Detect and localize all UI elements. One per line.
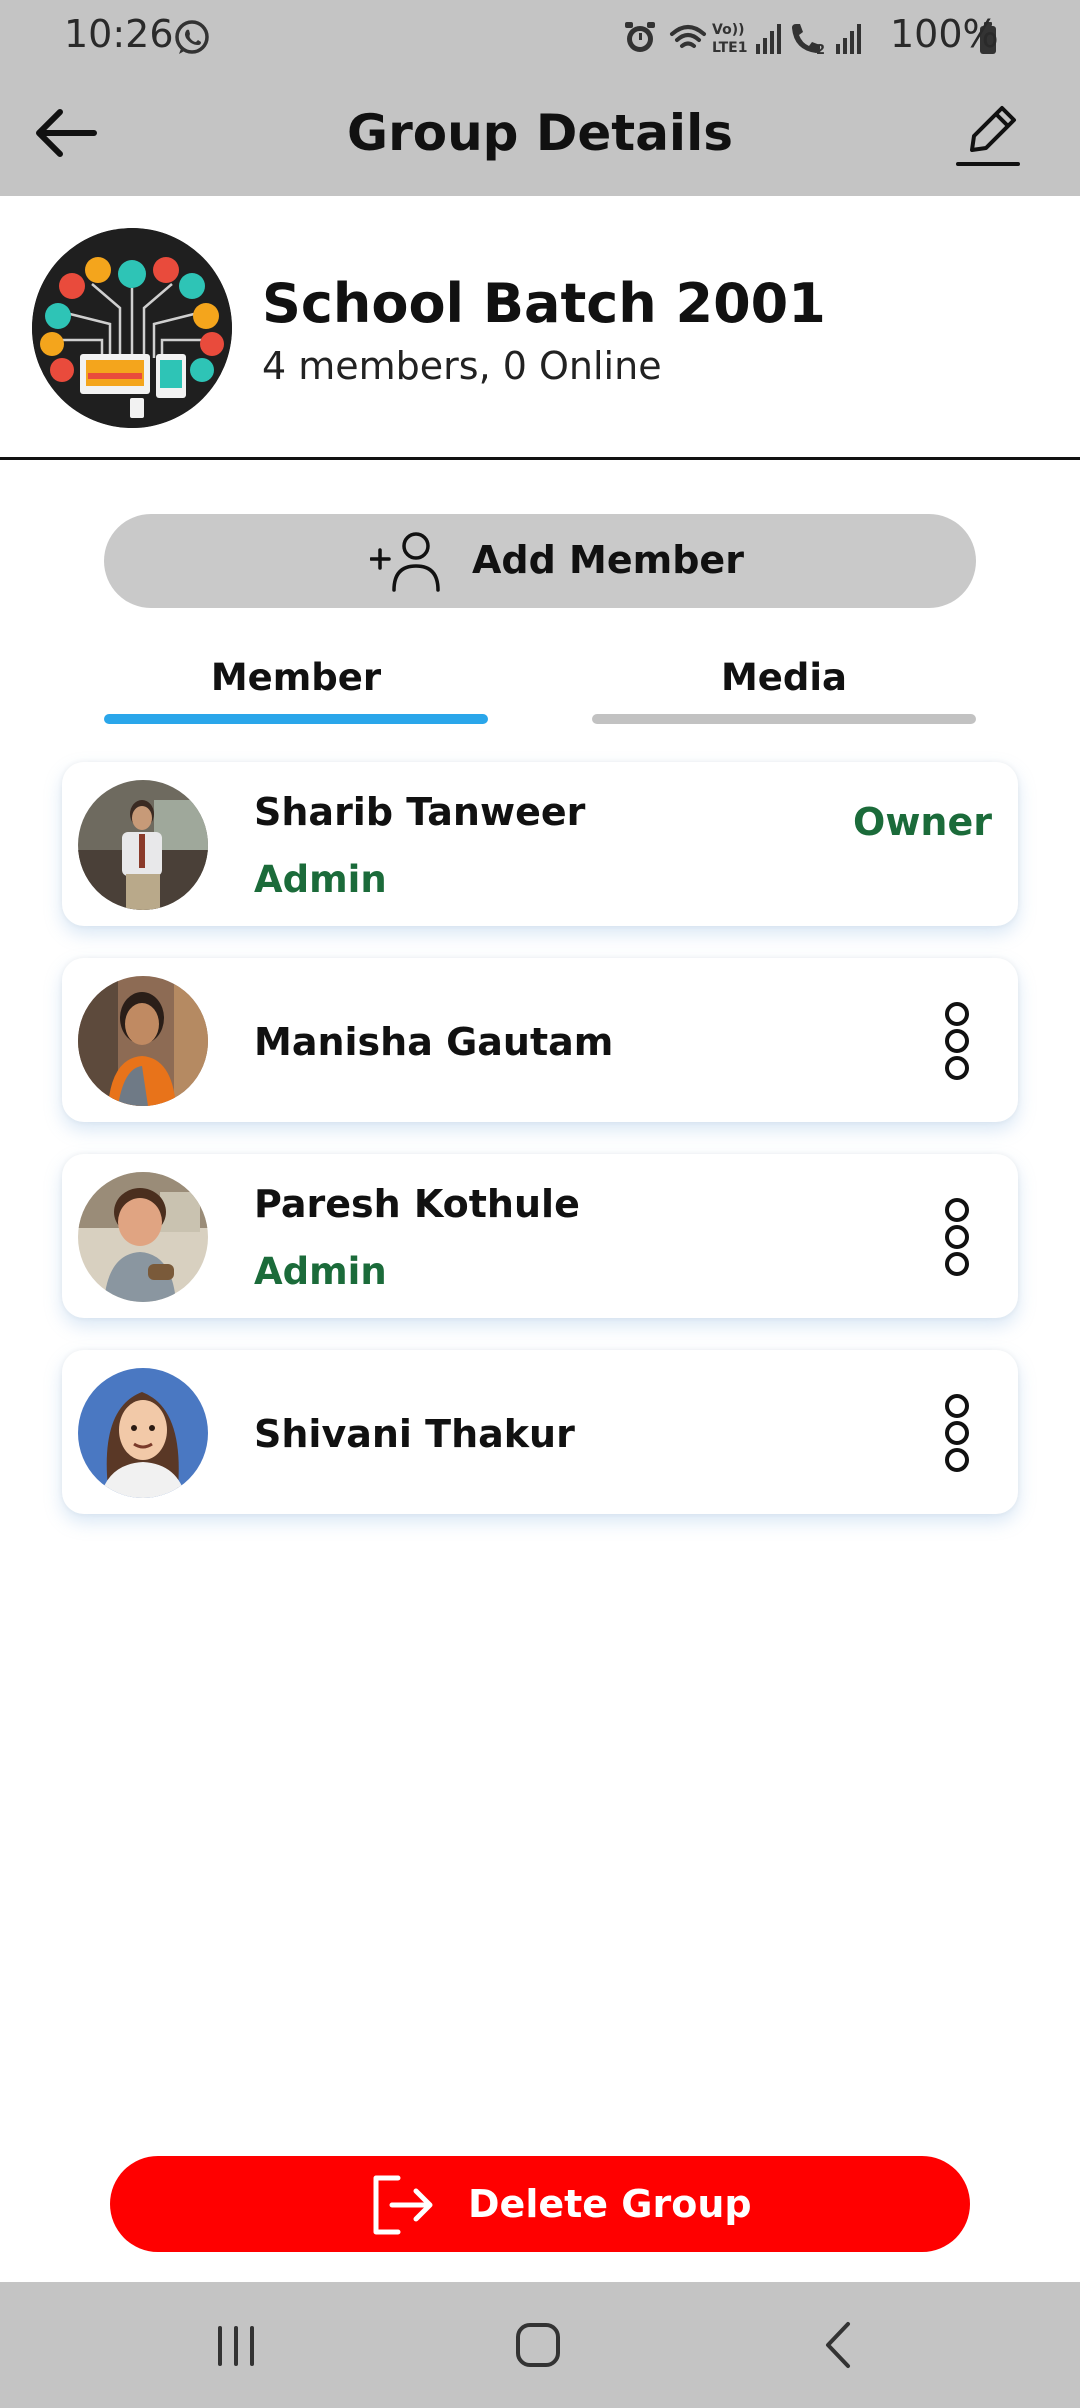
wifi-calling-icon: 2	[792, 24, 825, 58]
tab-media[interactable]: Media	[592, 656, 976, 724]
more-vertical-icon	[945, 1002, 969, 1080]
page-title: Group Details	[347, 104, 733, 162]
logout-icon	[373, 2175, 433, 2235]
avatar-photo	[78, 976, 208, 1106]
member-role: Admin	[254, 1250, 387, 1293]
network-icon	[32, 228, 232, 428]
member-role: Admin	[254, 858, 387, 901]
owner-badge: Owner	[853, 800, 992, 844]
svg-text:LTE1: LTE1	[712, 40, 747, 56]
group-avatar	[32, 228, 232, 428]
battery-level: 100%	[890, 12, 999, 56]
avatar	[78, 780, 208, 910]
home-button[interactable]	[498, 2312, 578, 2378]
avatar	[78, 976, 208, 1106]
svg-text:Vo)): Vo))	[712, 22, 744, 38]
delete-group-label: Delete Group	[468, 2182, 752, 2226]
recent-apps-icon	[218, 2326, 254, 2366]
whatsapp-icon	[175, 20, 209, 54]
member-menu-button[interactable]	[932, 1196, 982, 1278]
member-row[interactable]: Manisha Gautam	[62, 958, 1018, 1122]
group-header: School Batch 2001 4 members, 0 Online	[0, 196, 1080, 460]
status-bar: 10:26 Vo)) LTE1 2 100%	[0, 0, 1080, 72]
tab-indicator-active	[104, 714, 488, 724]
tab-media-label: Media	[720, 656, 848, 699]
avatar-photo	[78, 1368, 208, 1498]
member-name: Sharib Tanweer	[254, 790, 586, 834]
recent-apps-button[interactable]	[196, 2312, 276, 2378]
status-time: 10:26	[64, 12, 174, 56]
group-member-count: 4 members, 0 Online	[262, 344, 662, 388]
member-name: Manisha Gautam	[254, 1020, 614, 1064]
add-member-button[interactable]: Add Member	[104, 514, 976, 608]
system-nav-bar	[0, 2282, 1080, 2408]
member-row[interactable]: Paresh Kothule Admin	[62, 1154, 1018, 1318]
tab-member-label: Member	[210, 656, 382, 699]
home-icon	[516, 2323, 560, 2367]
tab-member[interactable]: Member	[104, 656, 488, 724]
avatar-photo	[78, 780, 208, 910]
wifi-icon	[670, 25, 706, 48]
member-row[interactable]: Shivani Thakur	[62, 1350, 1018, 1514]
add-member-label: Add Member	[472, 538, 744, 582]
signal-icon	[756, 24, 781, 54]
member-menu-button[interactable]	[932, 1392, 982, 1474]
signal-icon	[836, 24, 861, 54]
app-bar: Group Details	[0, 72, 1080, 196]
avatar	[78, 1368, 208, 1498]
more-vertical-icon	[945, 1394, 969, 1472]
member-menu-button[interactable]	[932, 1000, 982, 1082]
member-name: Paresh Kothule	[254, 1182, 580, 1226]
group-name: School Batch 2001	[262, 272, 826, 335]
add-user-icon	[370, 532, 440, 592]
alarm-icon	[625, 22, 655, 52]
member-name: Shivani Thakur	[254, 1412, 575, 1456]
edit-group-button[interactable]	[950, 96, 1026, 172]
svg-text:2: 2	[816, 43, 825, 58]
more-vertical-icon	[945, 1198, 969, 1276]
volte-icon: Vo)) LTE1	[712, 22, 747, 56]
nav-back-button[interactable]	[800, 2312, 880, 2378]
chevron-left-icon	[826, 2322, 850, 2368]
avatar	[78, 1172, 208, 1302]
member-row[interactable]: Sharib Tanweer Admin Owner	[62, 762, 1018, 926]
pencil-icon	[956, 106, 1020, 166]
tab-indicator	[592, 714, 976, 724]
delete-group-button[interactable]: Delete Group	[110, 2156, 970, 2252]
avatar-photo	[78, 1172, 208, 1302]
